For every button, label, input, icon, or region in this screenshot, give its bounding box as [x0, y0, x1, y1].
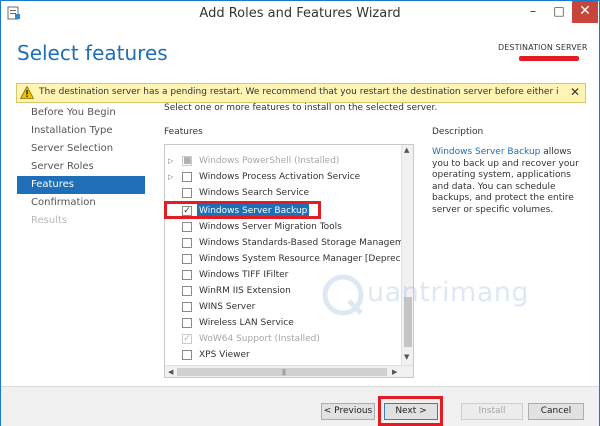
scroll-up-icon[interactable]: ▲	[404, 146, 409, 154]
horizontal-scroll-thumb[interactable]: |||	[177, 368, 387, 376]
window-title: Add Roles and Features Wizard	[199, 6, 401, 21]
scroll-right-icon[interactable]: ▶	[392, 366, 397, 377]
warning-text: The destination server has a pending res…	[39, 87, 559, 97]
scroll-left-icon[interactable]: ◀	[168, 366, 173, 377]
pending-restart-banner: The destination server has a pending res…	[16, 83, 586, 103]
feature-checkbox[interactable]	[182, 318, 192, 328]
description-body: Windows Server Backup allows you to back…	[432, 147, 582, 216]
feature-checkbox[interactable]	[182, 286, 192, 296]
feature-row[interactable]: XPS Viewer	[165, 347, 401, 363]
backup-annotation-box	[164, 201, 321, 219]
feature-label: Windows Process Activation Service	[199, 172, 361, 182]
checkbox-installed: ✓	[182, 334, 192, 344]
watermark-logo-icon	[322, 274, 364, 316]
nav-item-server-roles[interactable]: Server Roles	[17, 158, 145, 176]
install-button: Install	[461, 403, 523, 420]
nav-item-results: Results	[31, 215, 68, 226]
wizard-footer: < Previous Next > Install Cancel	[1, 386, 599, 426]
wizard-window: Add Roles and Features Wizard – □ ✕ Sele…	[0, 0, 600, 426]
feature-row[interactable]: ▷ Windows Process Activation Service	[165, 169, 401, 185]
feature-checkbox[interactable]	[182, 222, 192, 232]
previous-button[interactable]: < Previous	[321, 403, 375, 420]
feature-checkbox[interactable]	[182, 270, 192, 280]
feature-label: XPS Viewer	[199, 350, 250, 360]
feature-label: Wireless LAN Service	[199, 318, 294, 328]
minimize-button[interactable]: –	[520, 1, 546, 23]
watermark-text: uantrimang	[367, 277, 530, 308]
feature-row[interactable]: Windows System Resource Manager [Depreca…	[165, 251, 413, 267]
close-button[interactable]: ✕	[572, 1, 598, 23]
watermark: uantrimang	[321, 271, 561, 321]
feature-checkbox[interactable]	[182, 302, 192, 312]
description-feature-link[interactable]: Windows Server Backup	[432, 147, 540, 157]
scroll-down-icon[interactable]: ▼	[404, 353, 409, 361]
nav-item-features[interactable]: Features	[17, 176, 145, 194]
feature-checkbox[interactable]	[182, 350, 192, 360]
feature-label: WinRM IIS Extension	[199, 286, 291, 296]
expand-arrow-icon[interactable]: ▷	[168, 153, 173, 169]
description-heading: Description	[432, 127, 484, 137]
feature-row[interactable]: Windows Server Migration Tools	[165, 219, 401, 235]
horizontal-scrollbar[interactable]: ◀ ||| ▶	[165, 365, 413, 377]
warning-icon	[20, 86, 34, 99]
feature-row[interactable]: ✓ WoW64 Support (Installed)	[165, 331, 401, 347]
feature-label: Windows Server Migration Tools	[199, 222, 342, 232]
features-heading: Features	[164, 127, 203, 137]
title-bar[interactable]: Add Roles and Features Wizard – □ ✕	[1, 1, 599, 29]
feature-checkbox[interactable]	[182, 254, 192, 264]
checkbox-installed: ■	[182, 156, 192, 166]
wizard-nav: Before You Begin Installation Type Serve…	[17, 104, 145, 230]
destination-annotation-mark	[519, 56, 579, 61]
feature-label: Windows TIFF IFilter	[199, 270, 289, 280]
dismiss-warning-button[interactable]: ✕	[568, 85, 582, 99]
scroll-grip-icon: |||	[282, 369, 286, 376]
next-annotation-box	[378, 396, 443, 426]
nav-item-before-you-begin[interactable]: Before You Begin	[17, 104, 145, 122]
instruction-text: Select one or more features to install o…	[164, 103, 438, 113]
features-tree[interactable]: ▷ ■ Windows PowerShell (Installed) ▷ Win…	[164, 144, 414, 378]
page-title: Select features	[17, 41, 168, 65]
nav-item-server-selection[interactable]: Server Selection	[17, 140, 145, 158]
feature-checkbox[interactable]	[182, 188, 192, 198]
feature-row[interactable]: Windows Search Service	[165, 185, 401, 201]
feature-label: Windows Standards-Based Storage Manageme…	[199, 238, 414, 248]
feature-row[interactable]: ▷ ■ Windows PowerShell (Installed)	[165, 153, 401, 169]
feature-label: WINS Server	[199, 302, 256, 312]
expand-arrow-icon[interactable]: ▷	[168, 169, 173, 185]
feature-row[interactable]: Windows Standards-Based Storage Manageme…	[165, 235, 413, 251]
nav-item-installation-type[interactable]: Installation Type	[17, 122, 145, 140]
feature-label: Windows System Resource Manager [Depreca…	[199, 254, 414, 264]
cancel-button[interactable]: Cancel	[528, 403, 584, 420]
feature-checkbox[interactable]	[182, 238, 192, 248]
feature-label: WoW64 Support (Installed)	[199, 334, 320, 344]
feature-label: Windows Search Service	[199, 188, 310, 198]
nav-item-confirmation[interactable]: Confirmation	[17, 194, 145, 212]
feature-checkbox[interactable]	[182, 172, 192, 182]
destination-server-label: DESTINATION SERVER	[498, 43, 588, 52]
maximize-button[interactable]: □	[546, 1, 572, 23]
feature-label: Windows PowerShell (Installed)	[199, 156, 340, 166]
vertical-scrollbar[interactable]: ▲ ▼	[401, 145, 413, 365]
description-text: allows you to back up and recover your o…	[432, 147, 579, 215]
